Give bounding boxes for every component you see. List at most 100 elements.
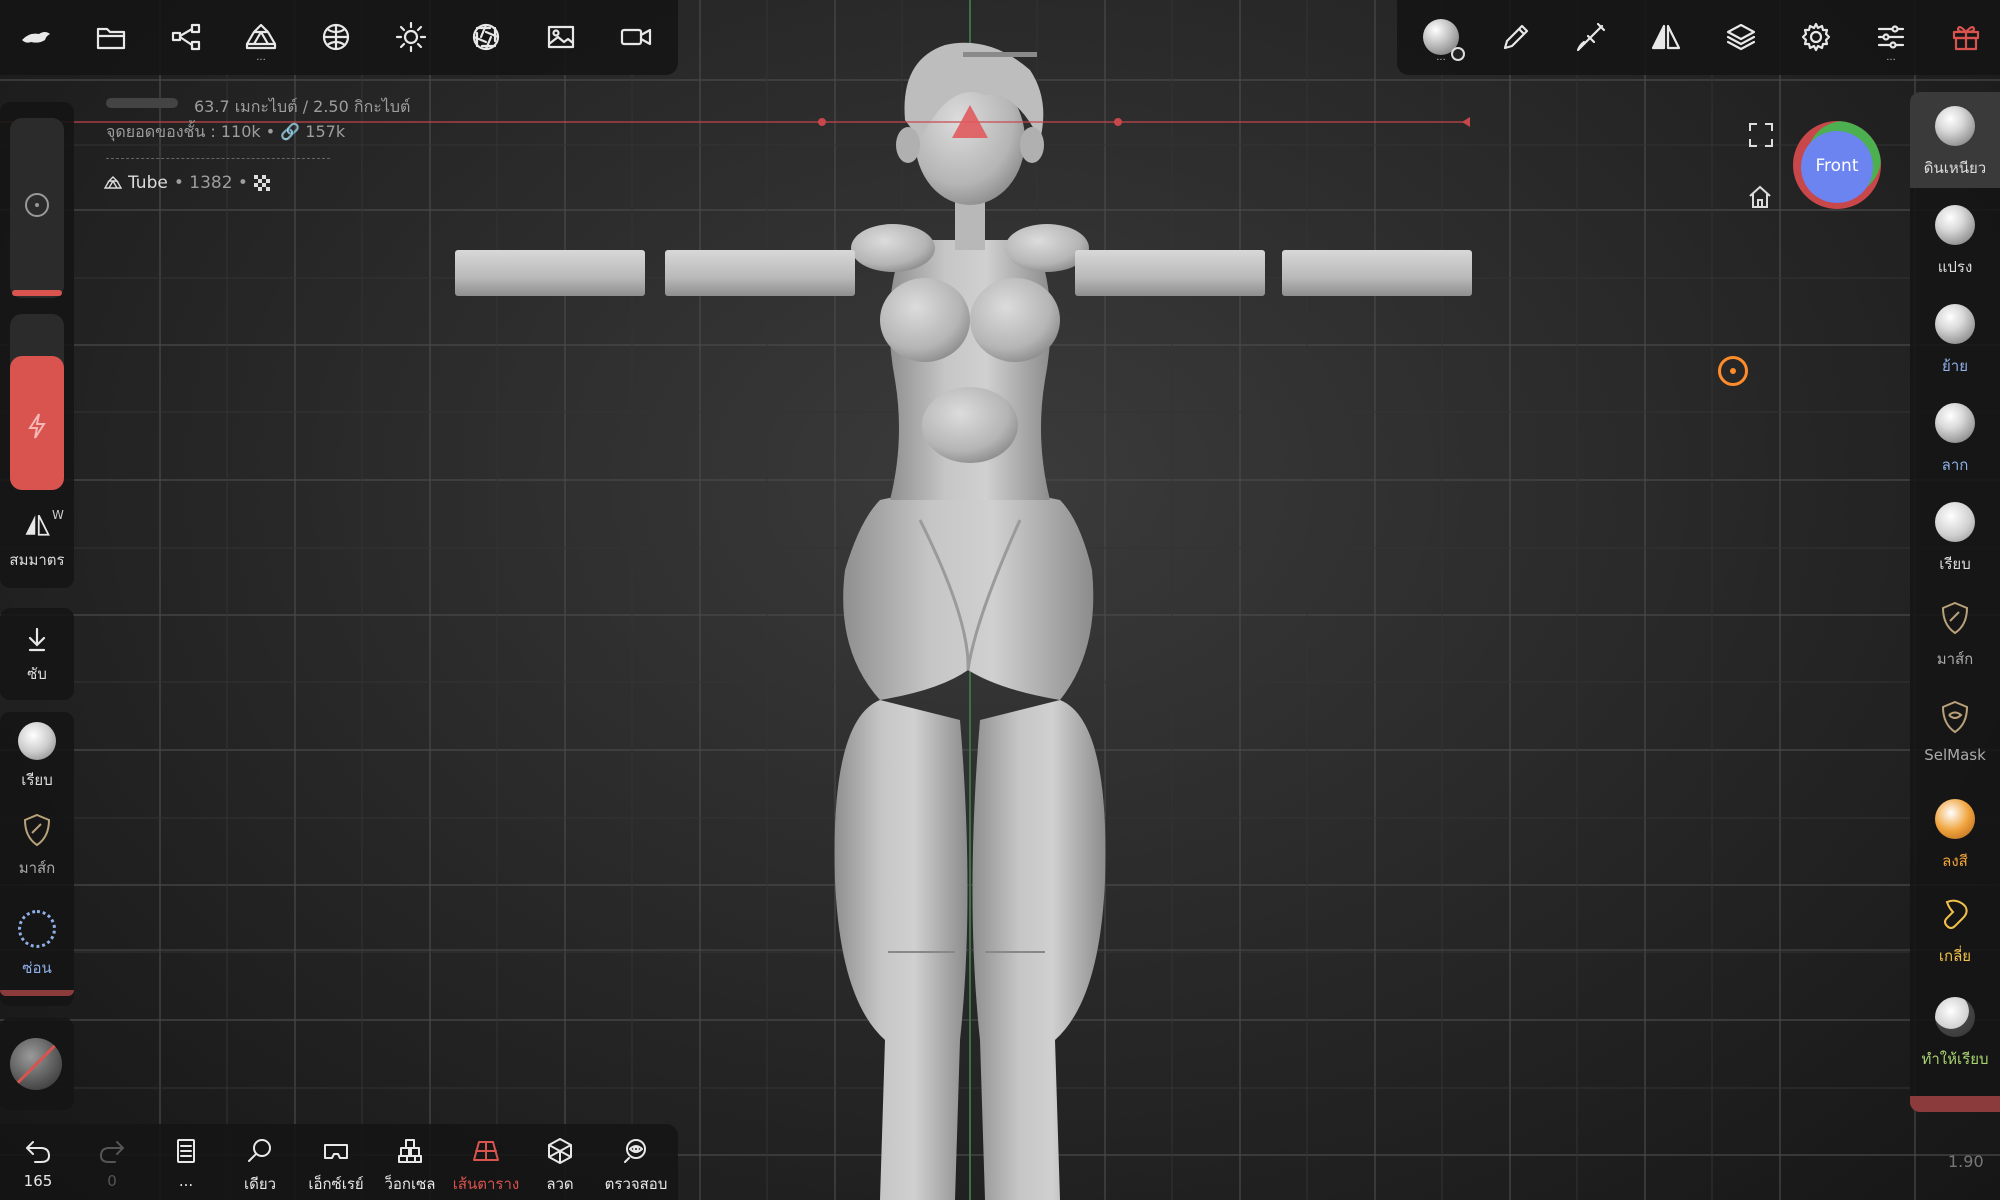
video-camera-icon [620, 28, 652, 46]
radius-circle-icon [25, 193, 49, 217]
material-preview-panel[interactable] [0, 1018, 74, 1110]
wireframe-label: ลวด [546, 1175, 574, 1193]
grid-label: เส้นตาราง [452, 1175, 520, 1193]
wireframe-icon [548, 1138, 572, 1164]
files-button[interactable] [83, 9, 139, 65]
memory-bar [106, 98, 178, 108]
folder-icon [96, 27, 126, 50]
tool-move[interactable]: ย้าย [1910, 290, 2000, 386]
tool-settings-button[interactable]: ... [1413, 9, 1469, 65]
painting-button[interactable] [1563, 9, 1619, 65]
tool-settings-sphere-icon [1423, 19, 1465, 61]
voxel-button[interactable]: ว็อกเซล [374, 1124, 446, 1198]
lighting-button[interactable] [383, 9, 439, 65]
topology-icon [245, 23, 277, 50]
bottom-toolbar: 165 0 ... เดียว เอ็กซ์เรย์ ว็อกเซล เส้นต… [0, 1124, 678, 1200]
tool-brush[interactable]: แปรง [1910, 191, 2000, 287]
symmetry-corner-label: W [52, 508, 64, 522]
3d-viewport[interactable] [0, 0, 2000, 1200]
voxel-icon [398, 1139, 422, 1163]
tool-drag[interactable]: ลาก [1910, 389, 2000, 485]
material-sphere-icon [322, 23, 350, 51]
symmetry-toggle[interactable]: W สมมาตร [0, 502, 74, 582]
pivot-marker[interactable] [1718, 356, 1748, 386]
flatten-sphere-icon [1935, 997, 1975, 1037]
pencil-icon [1503, 24, 1529, 50]
move-sphere-icon [1935, 304, 1975, 344]
undo-button[interactable]: 165 [2, 1124, 74, 1198]
version-label: 1.90 [1948, 1152, 1984, 1171]
left-tools-panel: เรียบ มาส์ก ซ่อน [0, 712, 74, 1006]
material-button[interactable] [308, 9, 364, 65]
intensity-slider[interactable] [10, 314, 64, 490]
lightning-icon [28, 413, 46, 439]
inspect-label: ตรวจสอบ [604, 1175, 668, 1193]
tool-selmask[interactable]: SelMask [1910, 686, 2000, 782]
gift-button[interactable] [1938, 9, 1994, 65]
object-count: • 1382 • [173, 173, 248, 193]
link-icon: 🔗 [280, 122, 301, 141]
home-view-button[interactable] [1746, 183, 1774, 211]
xray-button[interactable]: เอ็กซ์เรย์ [300, 1124, 372, 1198]
hide-button[interactable]: ซ่อน [0, 900, 74, 996]
memory-usage: 63.7 เมกะไบต์ / 2.50 กิกะไบต์ [194, 97, 411, 116]
tool-paint-label: ลงสี [1942, 852, 1968, 870]
selmask-shield-icon [1941, 700, 1969, 734]
tool-paint[interactable]: ลงสี [1910, 785, 2000, 881]
redo-button[interactable]: 0 [76, 1124, 148, 1198]
vertex-link-count: 157k [305, 122, 346, 141]
settings-button[interactable] [1788, 9, 1844, 65]
solo-button[interactable]: เดียว [224, 1124, 296, 1198]
stroke-button[interactable] [1488, 9, 1544, 65]
inspect-button[interactable]: ตรวจสอบ [600, 1124, 672, 1198]
view-cube-label: Front [1815, 156, 1859, 176]
hide-dotted-sphere-icon [18, 910, 56, 948]
symmetry-icon [25, 514, 50, 536]
solo-label: เดียว [243, 1175, 277, 1193]
layers-button[interactable] [1713, 9, 1769, 65]
smooth-button[interactable]: เรียบ [0, 712, 74, 796]
sun-icon [395, 21, 427, 53]
scene-graph-icon [171, 23, 201, 51]
active-object[interactable]: Tube • 1382 • [104, 173, 270, 193]
tool-smooth[interactable]: เรียบ [1910, 488, 2000, 584]
tool-clay-label: ดินเหนียว [1923, 159, 1987, 177]
app-menu-button[interactable] [8, 9, 64, 65]
redo-count: 0 [107, 1172, 117, 1190]
document-button[interactable]: ... [150, 1124, 222, 1198]
wireframe-button[interactable]: ลวด [524, 1124, 596, 1198]
info-divider [106, 158, 330, 159]
object-name: Tube [128, 173, 168, 193]
video-button[interactable] [608, 9, 664, 65]
interface-button[interactable]: ... [1863, 9, 1919, 65]
undo-icon [26, 1141, 50, 1163]
symmetry-button[interactable] [1638, 9, 1694, 65]
tool-flatten[interactable]: ทำให้เรียบ [1910, 983, 2000, 1079]
tool-selmask-label: SelMask [1924, 746, 1986, 764]
tool-smudge[interactable]: เกลี่ย [1910, 884, 2000, 980]
tool-mask[interactable]: มาส์ก [1910, 587, 2000, 683]
background-button[interactable] [533, 9, 589, 65]
tool-clay[interactable]: ดินเหนียว [1910, 92, 2000, 188]
nomad-logo-icon [22, 32, 50, 43]
view-cube[interactable]: Front [1793, 121, 1881, 209]
brush-icon [1576, 22, 1606, 52]
mask-shield-icon [1941, 601, 1969, 635]
sliders-icon [1877, 25, 1905, 49]
mesh-icon [104, 176, 122, 189]
fullscreen-button[interactable] [1748, 122, 1774, 148]
interface-more: ... [1886, 52, 1896, 63]
mask-button[interactable]: มาส์ก [0, 806, 74, 890]
top-toolbar: ... [0, 0, 678, 75]
xray-label: เอ็กซ์เรย์ [308, 1175, 364, 1193]
inspect-icon [624, 1139, 646, 1163]
sub-button[interactable]: ซับ [0, 608, 74, 700]
camera-settings-button[interactable] [458, 9, 514, 65]
scene-button[interactable] [158, 9, 214, 65]
radius-slider[interactable] [10, 118, 64, 298]
topology-button[interactable]: ... [233, 9, 289, 65]
sculpt-model[interactable] [0, 0, 2000, 1200]
top-right-toolbar: ... ... [1397, 0, 2000, 75]
brush-sphere-icon [1935, 205, 1975, 245]
grid-button[interactable]: เส้นตาราง [450, 1124, 522, 1198]
